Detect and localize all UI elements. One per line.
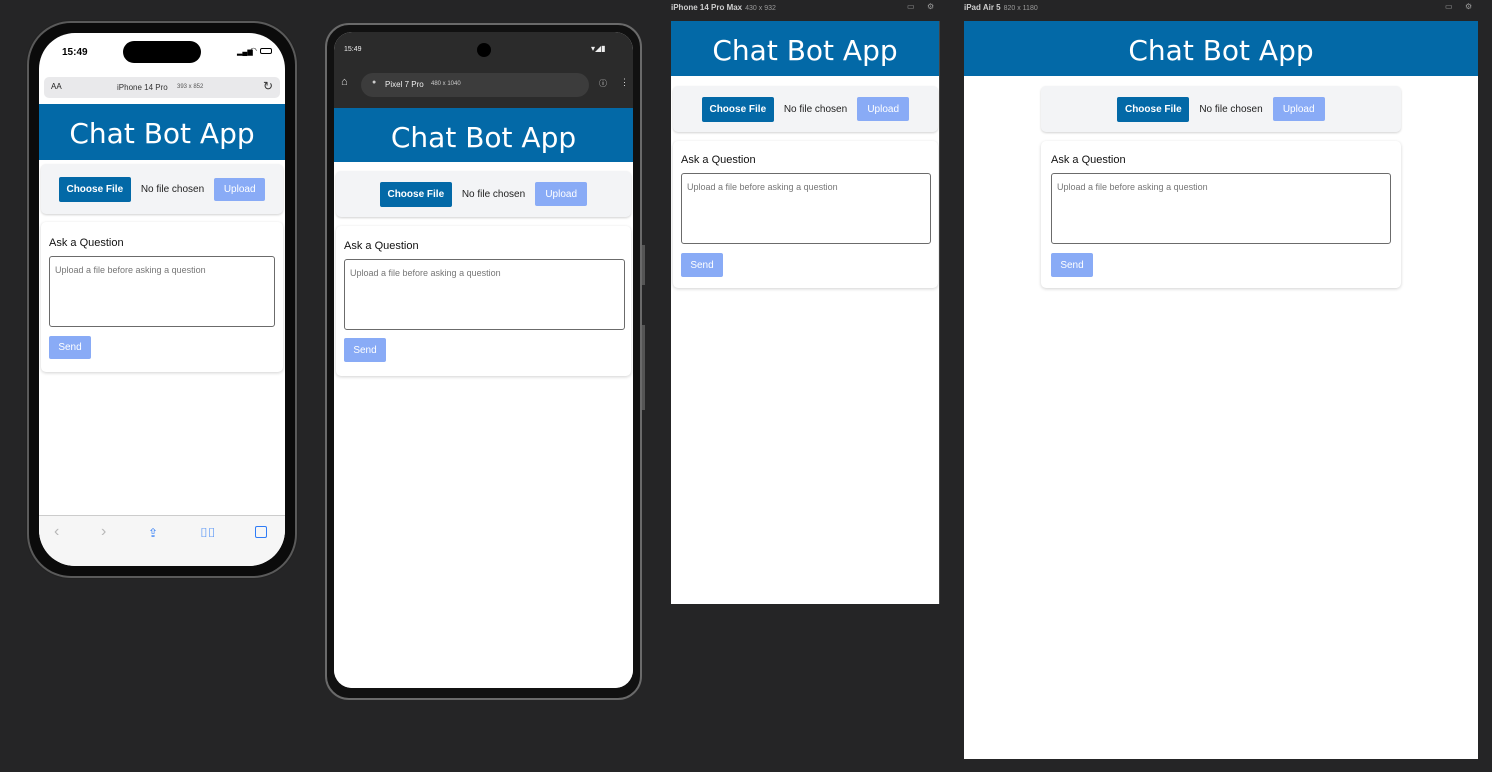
no-file-label: No file chosen <box>1199 103 1263 115</box>
app-ipadair5: Chat Bot App Choose File No file chosen … <box>964 21 1478 759</box>
app-title: Chat Bot App <box>69 117 255 150</box>
iphone-screen: 15:49 ▂▄▆ ◠ AA iPhone 14 Pro 393 x 852 ↻… <box>39 33 285 566</box>
wifi-icon: ◠ <box>250 46 257 55</box>
question-textarea[interactable]: Upload a file before asking a question <box>49 256 275 327</box>
device-label-iphone14promax: iPhone 14 Pro Max 430 x 932 <box>671 3 776 12</box>
question-textarea[interactable]: Upload a file before asking a question <box>681 173 931 244</box>
send-button[interactable]: Send <box>49 336 91 359</box>
app-header: Chat Bot App <box>964 21 1478 76</box>
app-iphone14promax: Chat Bot App Choose File No file chosen … <box>671 21 940 604</box>
status-time: 15:49 <box>62 47 88 58</box>
question-textarea[interactable]: Upload a file before asking a question <box>1051 173 1391 244</box>
tabs-icon[interactable] <box>255 526 267 538</box>
upload-button[interactable]: Upload <box>535 182 588 206</box>
device-label-ipadair5: iPad Air 5 820 x 1180 <box>964 3 1038 12</box>
status-bar: 15:49 ▂▄▆ ◠ <box>39 33 285 77</box>
dynamic-island <box>123 41 201 63</box>
no-file-label: No file chosen <box>140 183 205 195</box>
upload-card: Choose File No file chosen Upload <box>41 164 283 214</box>
back-icon[interactable]: ‹ <box>54 523 59 541</box>
send-button[interactable]: Send <box>681 253 723 277</box>
ask-question-label: Ask a Question <box>344 240 419 252</box>
upload-card: Choose File No file chosen Upload <box>336 171 631 217</box>
question-textarea[interactable]: Upload a file before asking a question <box>344 259 625 330</box>
ask-question-label: Ask a Question <box>49 237 124 249</box>
pixel-7-pro-frame: 15:49 ▾◢▮ ⌂ ● Pixel 7 Pro 480 x 1040 ⓘ ⋮… <box>325 23 645 700</box>
question-card: Ask a Question Upload a file before aski… <box>1041 141 1401 288</box>
chrome-top-bar: 15:49 ▾◢▮ ⌂ ● Pixel 7 Pro 480 x 1040 ⓘ ⋮ <box>334 32 633 108</box>
choose-file-button[interactable]: Choose File <box>58 176 131 202</box>
app-header: Chat Bot App <box>334 108 633 162</box>
app-title: Chat Bot App <box>712 34 898 67</box>
upload-button[interactable]: Upload <box>857 97 910 121</box>
send-button[interactable]: Send <box>1051 253 1093 277</box>
settings-icon[interactable]: ⚙ <box>1465 2 1472 11</box>
reload-icon[interactable]: ↻ <box>263 79 273 93</box>
ask-question-label: Ask a Question <box>681 154 756 166</box>
app-header: Chat Bot App <box>39 104 285 160</box>
pixel-screen: 15:49 ▾◢▮ ⌂ ● Pixel 7 Pro 480 x 1040 ⓘ ⋮… <box>334 32 633 688</box>
question-card: Ask a Question Upload a file before aski… <box>41 222 283 372</box>
url-device-label: Pixel 7 Pro <box>385 80 424 89</box>
question-card: Ask a Question Upload a file before aski… <box>336 226 631 376</box>
upload-card: Choose File No file chosen Upload <box>1041 86 1401 132</box>
app-title: Chat Bot App <box>390 121 577 154</box>
home-icon[interactable]: ⌂ <box>341 76 348 88</box>
ask-question-label: Ask a Question <box>1051 154 1126 166</box>
device-dims: 820 x 1180 <box>1003 5 1038 12</box>
choose-file-button[interactable]: Choose File <box>1117 96 1190 122</box>
choose-file-button[interactable]: Choose File <box>701 96 774 122</box>
front-camera <box>477 43 491 57</box>
choose-file-button[interactable]: Choose File <box>379 181 452 207</box>
app-title: Chat Bot App <box>1128 34 1314 67</box>
upload-card: Choose File No file chosen Upload <box>673 86 938 132</box>
upload-button[interactable]: Upload <box>1272 97 1325 121</box>
text-size-button[interactable]: AA <box>51 82 62 91</box>
send-button[interactable]: Send <box>344 338 386 362</box>
app-header: Chat Bot App <box>671 21 939 76</box>
status-icons: ▾◢▮ <box>591 44 606 53</box>
app-iphone14pro: Chat Bot App Choose File No file chosen … <box>39 104 285 515</box>
iphone-14-pro-frame: 15:49 ▂▄▆ ◠ AA iPhone 14 Pro 393 x 852 ↻… <box>27 21 297 578</box>
volume-button <box>642 325 645 410</box>
app-pixel7pro: Chat Bot App Choose File No file chosen … <box>334 108 633 688</box>
forward-icon[interactable]: › <box>101 523 106 541</box>
rotate-icon[interactable]: ▭ <box>1445 2 1453 11</box>
url-device-dims: 480 x 1040 <box>431 81 461 87</box>
url-device-dims: 393 x 852 <box>177 84 204 90</box>
bookmarks-icon[interactable]: ⌷⌷ <box>200 525 216 541</box>
info-icon[interactable]: ⓘ <box>599 78 607 89</box>
safari-address-bar[interactable]: AA iPhone 14 Pro 393 x 852 ↻ <box>44 77 280 98</box>
lock-icon: ● <box>372 79 377 86</box>
settings-icon[interactable]: ⚙ <box>927 2 934 11</box>
menu-icon[interactable]: ⋮ <box>620 77 629 88</box>
battery-icon <box>260 48 272 54</box>
question-card: Ask a Question Upload a file before aski… <box>673 141 938 288</box>
no-file-label: No file chosen <box>783 103 848 115</box>
power-button <box>642 245 645 285</box>
status-time: 15:49 <box>344 46 362 53</box>
upload-button[interactable]: Upload <box>214 177 266 201</box>
chrome-address-bar[interactable]: ● Pixel 7 Pro 480 x 1040 <box>361 73 589 97</box>
url-device-label: iPhone 14 Pro <box>117 83 168 92</box>
no-file-label: No file chosen <box>461 188 526 200</box>
rotate-icon[interactable]: ▭ <box>907 2 915 11</box>
device-dims: 430 x 932 <box>745 5 776 12</box>
share-icon[interactable]: ⇪ <box>148 526 158 540</box>
safari-toolbar: ‹ › ⇪ ⌷⌷ <box>39 515 285 566</box>
